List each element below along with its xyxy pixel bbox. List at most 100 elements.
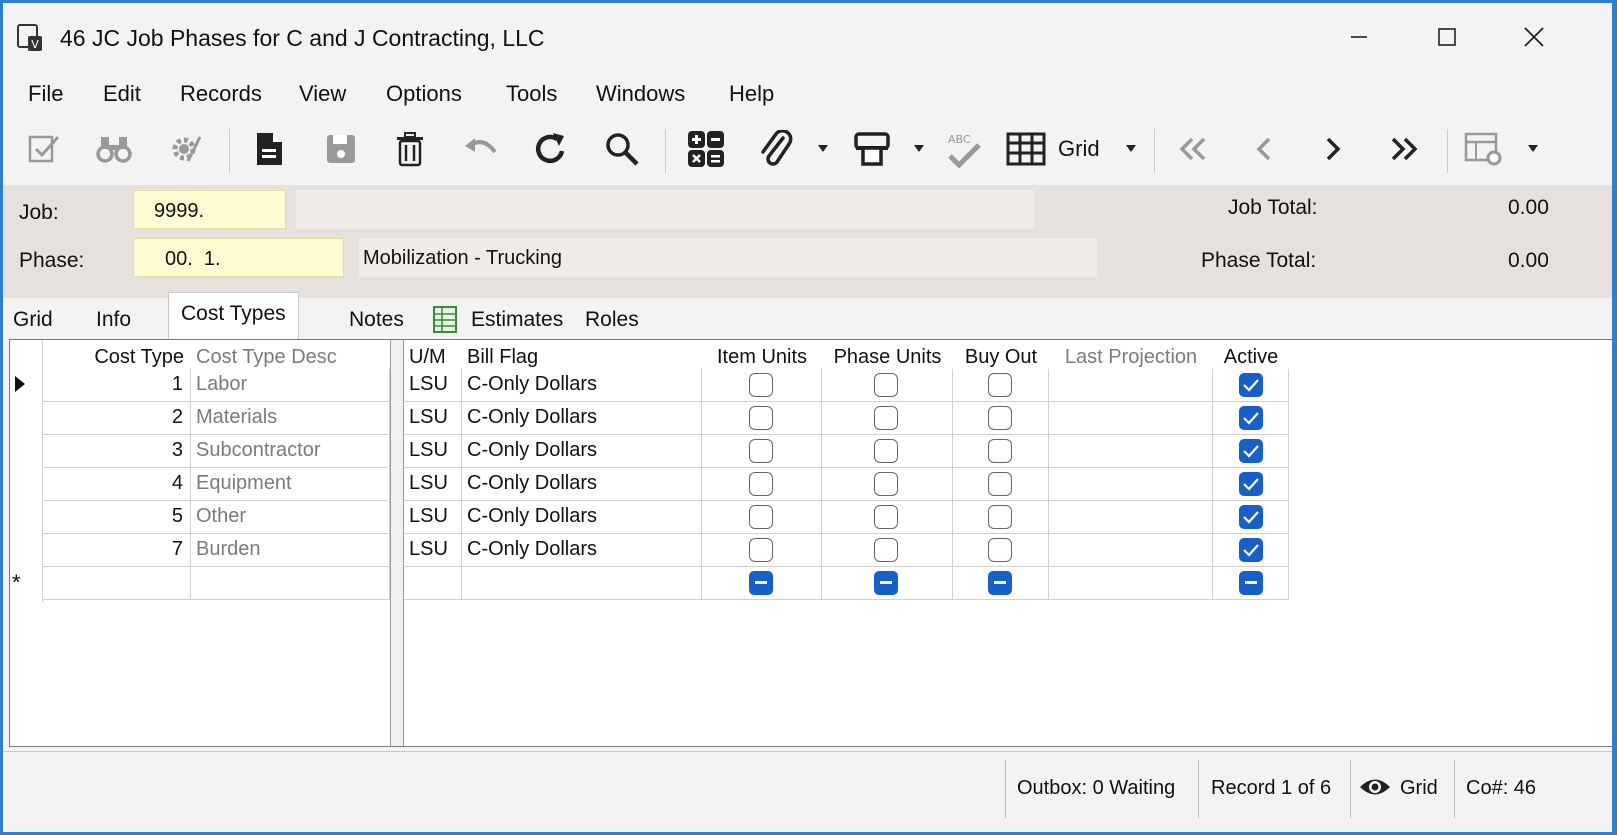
item-units-checkbox[interactable] bbox=[749, 538, 773, 562]
tab-notes[interactable]: Notes bbox=[349, 299, 404, 339]
item-units-checkbox[interactable] bbox=[749, 439, 773, 463]
column-header-cost-type[interactable]: Cost Type bbox=[43, 340, 191, 372]
active-checkbox[interactable] bbox=[1239, 439, 1263, 463]
last-record-button[interactable] bbox=[1381, 126, 1427, 172]
search-button[interactable] bbox=[599, 126, 645, 172]
column-header-um[interactable]: U/M bbox=[404, 340, 462, 372]
phase-units-checkbox[interactable] bbox=[874, 373, 898, 397]
new-record-button[interactable] bbox=[246, 126, 292, 172]
cell-um[interactable]: LSU bbox=[404, 435, 462, 468]
close-button[interactable] bbox=[1511, 17, 1557, 57]
validate-button[interactable] bbox=[21, 126, 67, 172]
attachments-button[interactable] bbox=[753, 126, 799, 172]
find-button[interactable] bbox=[91, 126, 137, 172]
tab-roles[interactable]: Roles bbox=[585, 299, 639, 339]
column-header-active[interactable]: Active bbox=[1213, 340, 1289, 372]
cell-um[interactable]: LSU bbox=[404, 369, 462, 402]
phase-units-checkbox[interactable] bbox=[874, 538, 898, 562]
cell-um[interactable]: LSU bbox=[404, 534, 462, 567]
cell-um[interactable]: LSU bbox=[404, 468, 462, 501]
active-checkbox[interactable] bbox=[1239, 406, 1263, 430]
phase-units-checkbox-indeterminate[interactable] bbox=[874, 571, 898, 595]
calculator-button[interactable] bbox=[683, 126, 729, 172]
cell-bill-flag[interactable]: C-Only Dollars bbox=[462, 501, 702, 534]
print-dropdown[interactable] bbox=[907, 126, 931, 172]
buy-out-checkbox[interactable] bbox=[988, 505, 1012, 529]
cell-cost-type[interactable]: 1 bbox=[43, 369, 191, 402]
active-checkbox[interactable] bbox=[1239, 505, 1263, 529]
first-record-button[interactable] bbox=[1170, 126, 1216, 172]
grid-settings-button[interactable] bbox=[1461, 126, 1507, 172]
cell-bill-flag[interactable]: C-Only Dollars bbox=[462, 369, 702, 402]
menu-records[interactable]: Records bbox=[180, 81, 262, 107]
minimize-button[interactable] bbox=[1336, 17, 1382, 57]
active-checkbox[interactable] bbox=[1239, 373, 1263, 397]
grid-splitter[interactable] bbox=[390, 340, 404, 746]
new-row-cost-type[interactable] bbox=[43, 567, 191, 600]
phase-units-checkbox[interactable] bbox=[874, 472, 898, 496]
attachments-dropdown[interactable] bbox=[811, 126, 835, 172]
cell-cost-type[interactable]: 7 bbox=[43, 534, 191, 567]
column-header-last-projection[interactable]: Last Projection bbox=[1049, 340, 1213, 372]
menu-windows[interactable]: Windows bbox=[596, 81, 685, 107]
cell-bill-flag[interactable]: C-Only Dollars bbox=[462, 402, 702, 435]
phase-units-checkbox[interactable] bbox=[874, 406, 898, 430]
buy-out-checkbox[interactable] bbox=[988, 373, 1012, 397]
menu-view[interactable]: View bbox=[299, 81, 346, 107]
cell-bill-flag[interactable]: C-Only Dollars bbox=[462, 468, 702, 501]
item-units-checkbox[interactable] bbox=[749, 373, 773, 397]
new-row-bill-flag[interactable] bbox=[462, 567, 702, 600]
menu-options[interactable]: Options bbox=[386, 81, 462, 107]
buy-out-checkbox[interactable] bbox=[988, 538, 1012, 562]
phase-units-checkbox[interactable] bbox=[874, 439, 898, 463]
buy-out-checkbox[interactable] bbox=[988, 472, 1012, 496]
cell-cost-type[interactable]: 3 bbox=[43, 435, 191, 468]
outbox-status[interactable]: Outbox: 0 Waiting bbox=[1005, 760, 1198, 818]
undo-button[interactable] bbox=[458, 126, 504, 172]
buy-out-checkbox[interactable] bbox=[988, 406, 1012, 430]
phase-input[interactable]: 00. 1. bbox=[133, 238, 344, 277]
column-header-cost-type-desc[interactable]: Cost Type Desc bbox=[191, 340, 390, 372]
cell-bill-flag[interactable]: C-Only Dollars bbox=[462, 534, 702, 567]
next-record-button[interactable] bbox=[1310, 126, 1356, 172]
column-header-bill-flag[interactable]: Bill Flag bbox=[462, 340, 702, 372]
item-units-checkbox[interactable] bbox=[749, 406, 773, 430]
menu-help[interactable]: Help bbox=[729, 81, 774, 107]
cell-cost-type[interactable]: 5 bbox=[43, 501, 191, 534]
settings-button[interactable] bbox=[161, 126, 207, 172]
cell-um[interactable]: LSU bbox=[404, 402, 462, 435]
maximize-button[interactable] bbox=[1424, 17, 1470, 57]
tab-estimates[interactable]: Estimates bbox=[433, 299, 563, 339]
active-checkbox[interactable] bbox=[1239, 472, 1263, 496]
spell-check-button[interactable]: ABC bbox=[941, 126, 987, 172]
cell-bill-flag[interactable]: C-Only Dollars bbox=[462, 435, 702, 468]
job-input[interactable]: 9999. bbox=[133, 190, 286, 229]
view-dropdown[interactable] bbox=[1119, 126, 1143, 172]
menu-tools[interactable]: Tools bbox=[506, 81, 557, 107]
previous-record-button[interactable] bbox=[1241, 126, 1287, 172]
item-units-checkbox[interactable] bbox=[749, 472, 773, 496]
cell-cost-type[interactable]: 2 bbox=[43, 402, 191, 435]
tab-info[interactable]: Info bbox=[96, 299, 131, 339]
column-header-phase-units[interactable]: Phase Units bbox=[822, 340, 953, 372]
column-header-item-units[interactable]: Item Units bbox=[702, 340, 822, 372]
tab-cost-types[interactable]: Cost Types bbox=[168, 292, 299, 339]
grid-settings-dropdown[interactable] bbox=[1521, 126, 1545, 172]
new-row-um[interactable] bbox=[404, 567, 462, 600]
buy-out-checkbox-indeterminate[interactable] bbox=[988, 571, 1012, 595]
buy-out-checkbox[interactable] bbox=[988, 439, 1012, 463]
cell-um[interactable]: LSU bbox=[404, 501, 462, 534]
column-header-buy-out[interactable]: Buy Out bbox=[953, 340, 1049, 372]
item-units-checkbox-indeterminate[interactable] bbox=[749, 571, 773, 595]
save-button[interactable] bbox=[318, 126, 364, 172]
active-checkbox[interactable] bbox=[1239, 538, 1263, 562]
delete-button[interactable] bbox=[387, 126, 433, 172]
refresh-button[interactable] bbox=[528, 126, 574, 172]
menu-file[interactable]: File bbox=[28, 81, 63, 107]
view-mode-status[interactable]: Grid bbox=[1350, 760, 1454, 818]
cell-cost-type[interactable]: 4 bbox=[43, 468, 191, 501]
menu-edit[interactable]: Edit bbox=[103, 81, 141, 107]
tab-grid[interactable]: Grid bbox=[13, 299, 53, 339]
item-units-checkbox[interactable] bbox=[749, 505, 773, 529]
print-button[interactable] bbox=[849, 126, 895, 172]
